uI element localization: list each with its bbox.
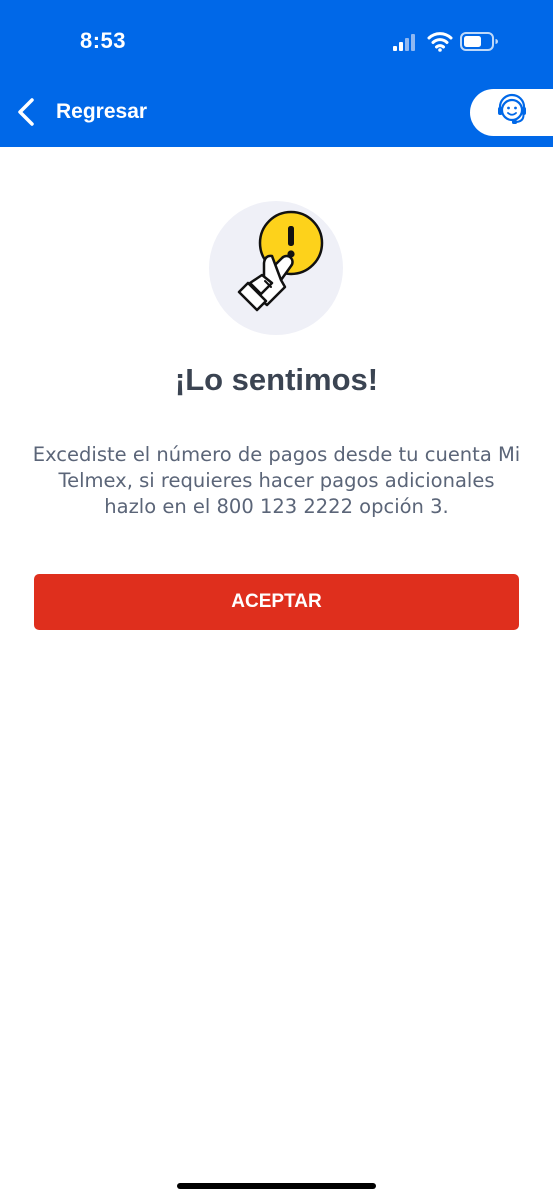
back-button[interactable]: Regresar	[10, 88, 147, 136]
wifi-icon	[427, 32, 453, 52]
hand-warning-icon	[237, 210, 324, 312]
back-label: Regresar	[56, 100, 148, 123]
accept-button[interactable]: ACEPTAR	[34, 574, 519, 630]
dialog-message: Excediste el número de pagos desde tu cu…	[32, 443, 521, 518]
support-button[interactable]	[470, 89, 553, 136]
dialog-title: ¡Lo sentimos!	[174, 362, 379, 397]
app-header: 8:53 Regresar	[0, 0, 553, 147]
support-agent-icon	[495, 93, 529, 132]
chevron-left-icon	[10, 94, 42, 130]
cellular-signal-icon	[393, 34, 415, 51]
home-indicator	[177, 1183, 376, 1189]
status-time: 8:53	[80, 28, 127, 53]
status-icons	[391, 30, 503, 54]
warning-illustration	[209, 201, 343, 335]
battery-icon	[460, 32, 498, 51]
